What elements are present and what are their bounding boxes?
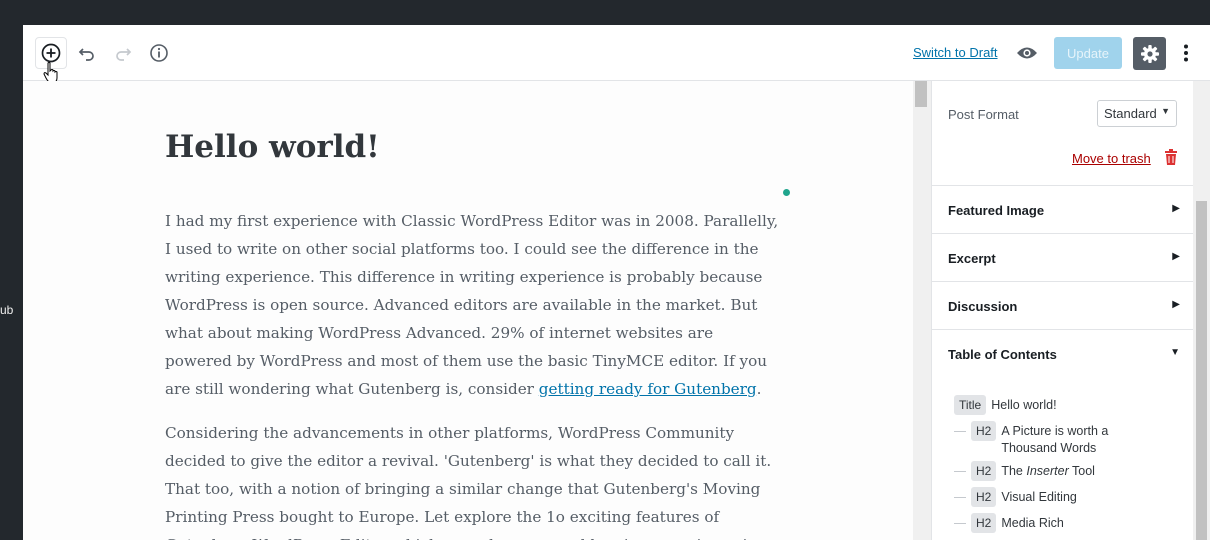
block-editor: Switch to Draft Update Hello world! I ha… bbox=[23, 25, 1210, 540]
eye-icon bbox=[1017, 47, 1037, 59]
switch-to-draft-link[interactable]: Switch to Draft bbox=[913, 45, 998, 60]
toc-item[interactable]: H2 The Inserter Tool bbox=[954, 461, 1095, 481]
toc-item[interactable]: H2 Visual Editing bbox=[954, 487, 1077, 507]
post-format-label: Post Format bbox=[948, 107, 1019, 122]
settings-button[interactable] bbox=[1133, 37, 1166, 70]
post-title[interactable]: Hello world! bbox=[165, 129, 380, 165]
panel-title: Table of Contents bbox=[948, 347, 1057, 362]
move-to-trash-link[interactable]: Move to trash bbox=[1072, 151, 1151, 166]
toc-connector bbox=[954, 523, 966, 524]
panel-excerpt[interactable]: Excerpt ▶ bbox=[932, 233, 1193, 281]
redo-button[interactable] bbox=[107, 37, 139, 69]
caret-right-icon: ▶ bbox=[1172, 203, 1180, 214]
toc-badge: H2 bbox=[971, 513, 997, 533]
toc-item[interactable]: H2 A Picture is worth a Thousand Words bbox=[954, 421, 1154, 457]
toc-text: Media Rich bbox=[1001, 516, 1064, 530]
panel-title: Discussion bbox=[948, 299, 1018, 314]
admin-sidebar-label: ub bbox=[0, 303, 14, 317]
admin-sidebar-strip: ub bbox=[0, 25, 23, 540]
toc-connector bbox=[954, 431, 966, 432]
update-button[interactable]: Update bbox=[1054, 37, 1122, 69]
redo-icon bbox=[116, 48, 132, 61]
more-options-button[interactable] bbox=[1173, 37, 1199, 69]
toc-text: Hello world! bbox=[991, 398, 1057, 412]
toc-text: Visual Editing bbox=[1001, 490, 1077, 504]
preview-button[interactable] bbox=[1011, 37, 1043, 69]
toc-item[interactable]: Title Hello world! bbox=[954, 395, 1057, 415]
content-info-button[interactable] bbox=[143, 37, 175, 69]
content-scrollbar-thumb[interactable] bbox=[915, 81, 927, 107]
sidebar-scrollbar-thumb[interactable] bbox=[1196, 201, 1207, 540]
panel-title: Featured Image bbox=[948, 203, 1045, 218]
toc-connector bbox=[954, 471, 966, 472]
toc-badge: Title bbox=[954, 395, 987, 415]
settings-sidebar: Post Format Standard ▼ Move to trash Fea… bbox=[931, 81, 1193, 540]
chevron-down-icon: ▼ bbox=[1161, 106, 1170, 116]
toc-item[interactable]: H2 Media Rich bbox=[954, 513, 1064, 533]
panel-featured-image[interactable]: Featured Image ▶ bbox=[932, 185, 1193, 233]
panel-discussion[interactable]: Discussion ▶ bbox=[932, 281, 1193, 329]
admin-bar bbox=[0, 0, 1210, 25]
caret-right-icon: ▶ bbox=[1172, 299, 1180, 310]
gear-icon bbox=[1140, 44, 1159, 63]
toc-connector bbox=[954, 497, 966, 498]
toc-text: A Picture is worth a Thousand Words bbox=[1001, 424, 1109, 455]
content-scrollbar[interactable] bbox=[913, 81, 931, 540]
paragraph-text: I had my first experience with Classic W… bbox=[165, 212, 779, 398]
toc-badge: H2 bbox=[971, 461, 997, 481]
editor-content: Hello world! I had my first experience w… bbox=[23, 81, 913, 540]
panel-table-of-contents[interactable]: Table of Contents ▼ bbox=[932, 329, 1193, 377]
editor-toolbar: Switch to Draft Update bbox=[23, 25, 1210, 84]
paragraph-block[interactable]: Considering the advancements in other pl… bbox=[165, 419, 780, 540]
post-format-select[interactable]: Standard ▼ bbox=[1097, 100, 1177, 127]
more-vertical-icon bbox=[1184, 44, 1188, 62]
panel-title: Excerpt bbox=[948, 251, 996, 266]
post-format-value: Standard bbox=[1104, 106, 1157, 121]
sidebar-scrollbar[interactable] bbox=[1193, 81, 1210, 540]
plus-circle-icon bbox=[41, 43, 61, 63]
paragraph-end: . bbox=[756, 380, 762, 398]
getting-ready-link[interactable]: getting ready for Gutenberg bbox=[539, 380, 757, 398]
block-insertion-dot[interactable] bbox=[783, 189, 790, 196]
caret-right-icon: ▶ bbox=[1172, 251, 1180, 262]
info-icon bbox=[150, 44, 168, 62]
toc-text: The Inserter Tool bbox=[1001, 464, 1095, 478]
toc-badge: H2 bbox=[971, 487, 997, 507]
trash-icon[interactable] bbox=[1164, 149, 1178, 166]
caret-down-icon: ▼ bbox=[1170, 347, 1180, 358]
undo-icon bbox=[78, 48, 94, 61]
undo-button[interactable] bbox=[71, 37, 103, 69]
paragraph-block[interactable]: I had my first experience with Classic W… bbox=[165, 207, 780, 403]
toc-badge: H2 bbox=[971, 421, 997, 441]
